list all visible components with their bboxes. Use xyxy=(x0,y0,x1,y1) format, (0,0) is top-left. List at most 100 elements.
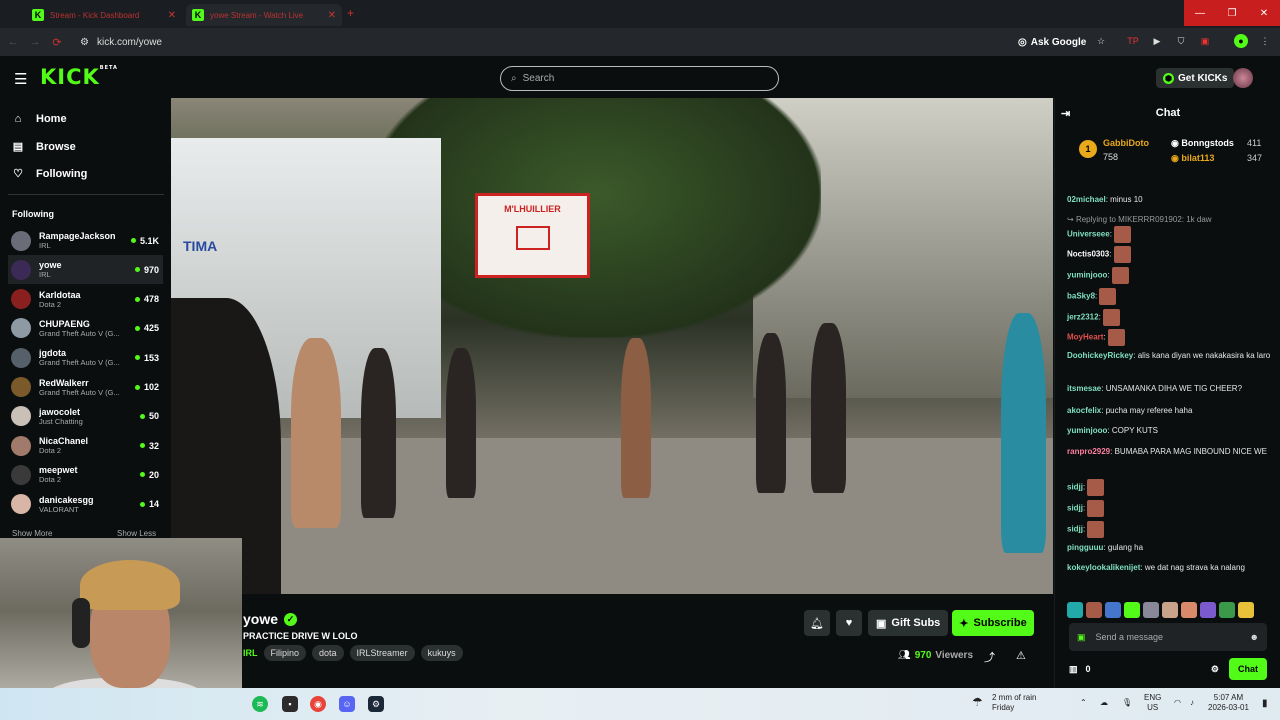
chat-username[interactable]: baSky8 xyxy=(1067,292,1095,301)
tag-chip[interactable]: dota xyxy=(312,645,344,661)
follow-heart-button[interactable]: ♥ xyxy=(836,610,862,636)
reload-icon[interactable]: ⟳ xyxy=(48,36,66,49)
gift-subs-button[interactable]: ▣ Gift Subs xyxy=(868,610,949,636)
chrome-icon[interactable]: ◉ xyxy=(310,696,326,712)
chat-username[interactable]: MoyHeart xyxy=(1067,333,1103,342)
leader-second-name[interactable]: ◉ Bonngstods xyxy=(1171,138,1234,149)
chat-username[interactable]: 02michael xyxy=(1067,195,1106,204)
emoji-icon[interactable]: ☻ xyxy=(1250,632,1259,642)
share-icon[interactable]: ⤴ xyxy=(984,649,995,665)
chat-username[interactable]: yuminjooo xyxy=(1067,426,1107,435)
send-chat-button[interactable]: Chat xyxy=(1229,658,1267,680)
chat-username[interactable]: ranpro2929 xyxy=(1067,447,1110,456)
chat-username[interactable]: itsmesae xyxy=(1067,384,1101,393)
get-kicks-button[interactable]: ⬢ Get KICKs xyxy=(1156,68,1235,88)
sidebar-channel-item[interactable]: danicakesgg VALORANT 14 xyxy=(8,490,163,519)
emote-icon[interactable] xyxy=(1219,602,1235,618)
menu-icon[interactable]: ☰ xyxy=(14,70,27,88)
show-more-link[interactable]: Show More xyxy=(12,529,52,538)
play-extension-icon[interactable]: ▶ xyxy=(1150,34,1164,48)
sidebar-channel-item[interactable]: CHUPAENG Grand Theft Auto V (G... 425 xyxy=(8,314,163,343)
maximize-icon[interactable]: ❐ xyxy=(1216,0,1248,26)
browser-menu-icon[interactable]: ⋮ xyxy=(1258,34,1272,48)
back-icon[interactable]: ← xyxy=(4,36,22,48)
sidebar-channel-item[interactable]: jawocolet Just Chatting 50 xyxy=(8,402,163,431)
sidebar-channel-item[interactable]: NicaChanel Dota 2 32 xyxy=(8,431,163,460)
sidebar-channel-item[interactable]: RedWalkerr Grand Theft Auto V (G... 102 xyxy=(8,373,163,402)
chat-settings-icon[interactable]: ⚙ xyxy=(1211,664,1219,675)
spotify-icon[interactable]: ≋ xyxy=(252,696,268,712)
emote-icon[interactable] xyxy=(1067,602,1083,618)
gift-icon[interactable]: ▣ xyxy=(1077,632,1086,643)
sidebar-nav-home[interactable]: ⌂ Home xyxy=(12,113,67,125)
bookmark-star-icon[interactable]: ☆ xyxy=(1094,34,1108,48)
tag-chip[interactable]: kukuys xyxy=(420,645,463,661)
chat-username[interactable]: Noctis0303 xyxy=(1067,250,1109,259)
emote-icon[interactable] xyxy=(1238,602,1254,618)
site-info-icon[interactable]: ⚙ xyxy=(80,37,89,48)
emote-icon[interactable] xyxy=(1181,602,1197,618)
extension-icon[interactable]: TP xyxy=(1126,34,1140,48)
new-tab-icon[interactable]: + xyxy=(347,6,354,20)
stream-category-link[interactable]: IRL xyxy=(243,648,258,658)
sidebar-channel-item[interactable]: yowe IRL 970 xyxy=(8,255,163,285)
emote-icon[interactable] xyxy=(1143,602,1159,618)
report-icon[interactable]: ⚠ xyxy=(1016,649,1026,662)
close-tab-icon[interactable]: ✕ xyxy=(168,10,176,21)
close-window-icon[interactable]: ✕ xyxy=(1248,0,1280,26)
chat-username[interactable]: pingguuu xyxy=(1067,543,1103,552)
search-input[interactable]: ⌕ Search xyxy=(500,66,779,91)
wifi-icon[interactable]: ◠ xyxy=(1174,698,1181,707)
chat-username[interactable]: sidjj xyxy=(1067,483,1083,492)
chat-username[interactable]: akocfelix xyxy=(1067,406,1101,415)
profile-icon[interactable]: ● xyxy=(1234,34,1248,48)
notification-bell-button[interactable]: 🔔︎ xyxy=(804,610,830,636)
discord-icon[interactable]: ☺ xyxy=(339,696,355,712)
show-less-link[interactable]: Show Less xyxy=(117,529,156,538)
shield-icon[interactable]: ⛉ xyxy=(1174,34,1188,48)
app-icon[interactable]: ▪ xyxy=(282,696,298,712)
collapse-chat-icon[interactable]: ⇥ xyxy=(1061,107,1070,120)
streamer-name[interactable]: yowe ✓ xyxy=(243,611,298,627)
leader-name[interactable]: GabbiDoto xyxy=(1103,138,1149,148)
close-tab-icon[interactable]: ✕ xyxy=(328,10,336,21)
emote-icon[interactable] xyxy=(1086,602,1102,618)
weather-widget[interactable]: ☂ 2 mm of rain Friday xyxy=(972,693,1036,713)
emote-icon[interactable] xyxy=(1162,602,1178,618)
kick-logo[interactable]: KICKBETA xyxy=(40,65,118,89)
forward-icon[interactable]: → xyxy=(26,36,44,48)
user-avatar[interactable] xyxy=(1233,68,1253,88)
sidebar-channel-item[interactable]: jgdota Grand Theft Auto V (G... 153 xyxy=(8,343,163,372)
tag-chip[interactable]: Filipino xyxy=(263,645,307,661)
system-clock[interactable]: 5:07 AM 2026-03-01 xyxy=(1208,693,1249,713)
video-player[interactable]: TIMA M'LHUILLIER xyxy=(171,98,1053,594)
chat-username[interactable]: kokeylookalikenijet xyxy=(1067,563,1140,572)
chat-username[interactable]: sidjj xyxy=(1067,504,1083,513)
sidebar-nav-following[interactable]: ♡ Following xyxy=(12,167,87,181)
steam-icon[interactable]: ⚙ xyxy=(368,696,384,712)
sidebar-channel-item[interactable]: Karldotaa Dota 2 478 xyxy=(8,285,163,314)
subscribe-button[interactable]: ✦ Subscribe xyxy=(952,610,1034,636)
extensions-puzzle-icon[interactable]: ▣ xyxy=(1198,34,1212,48)
emote-icon[interactable] xyxy=(1105,602,1121,618)
language-indicator[interactable]: ENG US xyxy=(1144,693,1161,713)
notification-icon[interactable]: ▮ xyxy=(1262,698,1268,709)
microphone-icon[interactable]: 🎙︎ xyxy=(1122,698,1132,707)
sidebar-channel-item[interactable]: meepwet Dota 2 20 xyxy=(8,460,163,489)
chat-username[interactable]: sidjj xyxy=(1067,525,1083,534)
emote-icon[interactable] xyxy=(1200,602,1216,618)
minimize-icon[interactable]: — xyxy=(1184,0,1216,26)
tab-kick-dashboard[interactable]: K Stream - Kick Dashboard ✕ xyxy=(26,4,182,26)
tag-chip[interactable]: IRLStreamer xyxy=(349,645,415,661)
chat-username[interactable]: yuminjooo xyxy=(1067,271,1107,280)
chat-username[interactable]: DoohickeyRickey xyxy=(1067,351,1133,360)
chat-username[interactable]: jerz2312 xyxy=(1067,313,1099,322)
tray-chevron-icon[interactable]: ⌃ xyxy=(1080,698,1087,707)
emote-icon[interactable] xyxy=(1124,602,1140,618)
sidebar-nav-browse[interactable]: ▤ Browse xyxy=(12,140,76,154)
tab-yowe-stream[interactable]: K yowe Stream - Watch Live ✕ xyxy=(186,4,342,26)
ask-google-button[interactable]: ◎ Ask Google xyxy=(1018,37,1086,48)
url-field[interactable]: ⚙ kick.com/yowe xyxy=(80,32,1010,52)
leader-third-name[interactable]: ◉ bilat113 xyxy=(1171,153,1214,164)
chat-input[interactable]: ▣ Send a message ☻ xyxy=(1069,623,1267,651)
